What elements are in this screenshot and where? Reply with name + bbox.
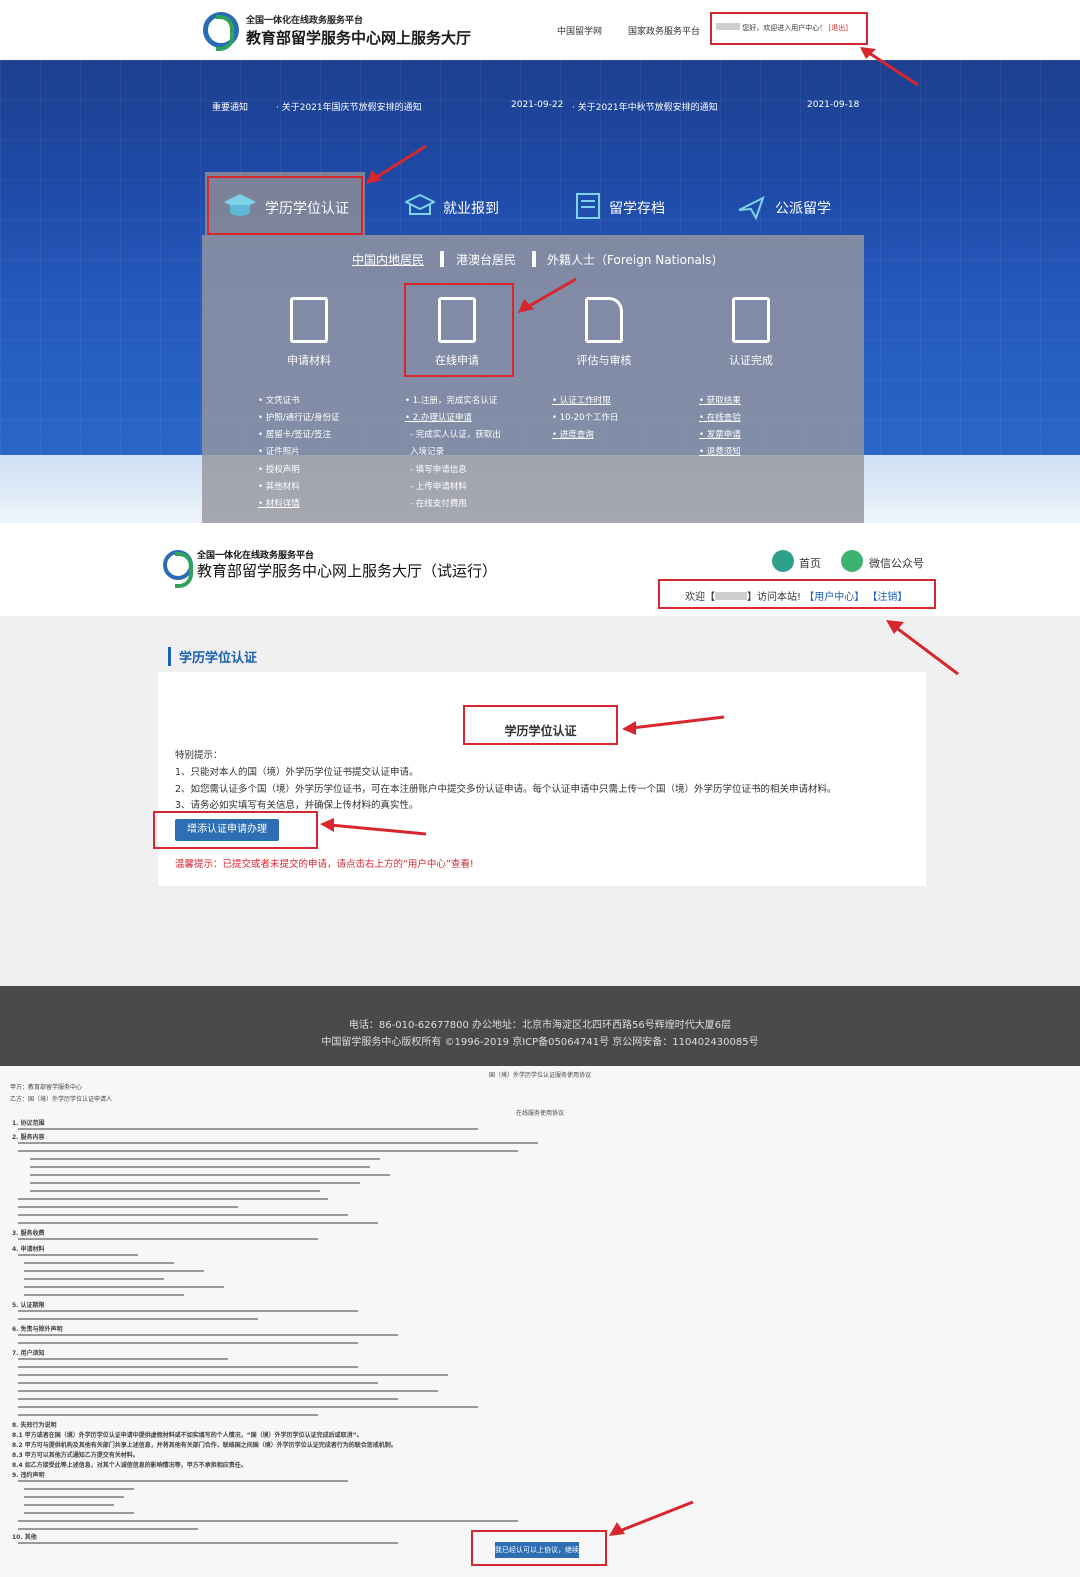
- s1-logo-title: 教育部留学服务中心网上服务大厅: [246, 29, 472, 47]
- notice-item-1[interactable]: · 关于2021年国庆节放假安排的通知: [276, 100, 422, 113]
- agreement-section: 1. 协议范围: [12, 1120, 45, 1127]
- category-foreign[interactable]: 外籍人士（Foreign Nationals): [547, 251, 716, 268]
- step-complete: 认证完成: [729, 354, 773, 367]
- agreement-bold-line: 8.4 如乙方接受此等上述信息，对其个人诚信信息的影响情况等，甲方不承担相应责任…: [12, 1462, 247, 1469]
- review-days: • 10-20个工作日: [552, 413, 619, 423]
- agreement-section: 7. 用户须知: [12, 1350, 45, 1357]
- materials-item: • 居留卡/签证/签注: [258, 430, 331, 440]
- agreement-party-b: 乙方：国（境）外学历学位认证申请人: [10, 1096, 113, 1103]
- notice-label: 重要通知: [212, 103, 249, 113]
- agreement-section: 5. 认证期限: [12, 1302, 45, 1309]
- review-timelimit-link[interactable]: • 认证工作时限: [552, 394, 611, 406]
- annotation-box-online-apply: [404, 283, 514, 377]
- s2-header: 全国一体化在线政务服务平台 教育部留学服务中心网上服务大厅（试运行） 首页 微信…: [0, 523, 1080, 616]
- annotation-arrow: [622, 715, 725, 735]
- materials-item: • 证件照片: [258, 447, 300, 457]
- annotation-box-add-button: [153, 811, 318, 849]
- agreement-section: 2. 服务内容: [12, 1134, 45, 1141]
- tip-item: 1、只能对本人的国（境）外学历学位证书提交认证申请。: [175, 767, 419, 778]
- annotation-arrow: [609, 1500, 694, 1536]
- eye-document-icon: [585, 297, 623, 343]
- category-divider: [532, 251, 536, 267]
- agreement-section: 4. 申请材料: [12, 1246, 45, 1253]
- briefcase-icon: [405, 193, 435, 215]
- step-review: 评估与审核: [576, 354, 632, 367]
- tip-title: 特别提示：: [175, 750, 223, 761]
- apply-step-link[interactable]: • 2.办理认证申请: [405, 411, 472, 423]
- annotation-box-tab: [207, 176, 363, 235]
- materials-item: • 护照/通行证/身份证: [258, 413, 340, 423]
- annotation-arrow: [886, 620, 959, 676]
- tab-employment[interactable]: 就业报到: [443, 198, 499, 218]
- step-materials: 申请材料: [287, 354, 331, 367]
- agreement-subtitle: 在线服务使用协议: [515, 1110, 564, 1117]
- checklist-icon: [732, 297, 770, 343]
- category-divider: [440, 251, 444, 267]
- portal-logo-icon: [203, 12, 239, 51]
- tip-item: 2、如您需认证多个国（境）外学历学位证书，可在本注册账户中提交多份认证申请。每个…: [175, 784, 837, 795]
- online-verify-link[interactable]: • 在线查验: [699, 411, 741, 423]
- s1-logo-subtitle: 全国一体化在线政务服务平台: [246, 16, 364, 26]
- notice-date-2: 2021-09-18: [807, 100, 860, 110]
- tip-item: 3、请务必如实填写有关信息，并确保上传材料的真实性。: [175, 800, 419, 811]
- annotation-arrow: [320, 818, 427, 836]
- tab-archive[interactable]: 留学存档: [609, 198, 665, 218]
- home-icon: [772, 550, 794, 572]
- annotation-box-user-center: [710, 12, 868, 45]
- apply-substep: 入境记录: [410, 447, 445, 457]
- annotation-box-agree: [471, 1530, 607, 1566]
- document-stack-icon: [290, 297, 328, 343]
- wechat-link[interactable]: 微信公众号: [869, 555, 924, 571]
- annotation-arrow: [860, 47, 919, 87]
- materials-item: • 文凭证书: [258, 396, 300, 406]
- warning-tip: 温馨提示：已提交或者未提交的申请，请点击右上方的“用户中心”查看!: [175, 859, 474, 870]
- archive-icon: [576, 193, 600, 219]
- footer-contact: 电话：86-010-62677800 办公地址：北京市海淀区北四环西路56号辉煌…: [348, 1020, 732, 1031]
- agreement-section: 9. 违约声明: [12, 1472, 45, 1479]
- agreement-party-a: 甲方：教育部留学服务中心: [10, 1084, 83, 1091]
- apply-substep: - 完成实人认证，获取出: [410, 430, 501, 440]
- agreement-section: 3. 服务收费: [12, 1230, 45, 1237]
- portal-logo-icon: [163, 550, 193, 588]
- category-hk-macao-taiwan[interactable]: 港澳台居民: [456, 251, 516, 268]
- notice-item-2[interactable]: · 关于2021年中秋节放假安排的通知: [572, 100, 718, 113]
- agreement-bold-line: 8.2 甲方可与提供机构及其他有关部门共享上述信息，并将其他有关部门合作，联络国…: [12, 1442, 397, 1449]
- agreement-section: 10. 其他: [12, 1534, 37, 1541]
- apply-step: • 1.注册，完成实名认证: [405, 396, 498, 406]
- agreement-bold-line: 8.1 甲方或者在国（境）外学历学位认证申请中提供虚假材料或不如实填写的个人情况…: [12, 1432, 363, 1439]
- section-title: 学历学位认证: [168, 647, 257, 666]
- annotation-arrow: [518, 277, 577, 313]
- notice-date-1: 2021-09-22: [511, 100, 564, 110]
- s2-logo-title: 教育部留学服务中心网上服务大厅（试运行）: [197, 562, 498, 580]
- category-mainland[interactable]: 中国内地居民: [352, 251, 424, 268]
- agreement-bold-line: 8.3 甲方可以其他方式通知乙方提交有关材料。: [12, 1452, 139, 1459]
- footer-copyright: 中国留学服务中心版权所有 ©1996-2019 京ICP备05064741号 京…: [321, 1037, 759, 1048]
- progress-query-link[interactable]: • 进度查询: [552, 428, 594, 440]
- apply-substep: - 上传申请材料: [410, 482, 467, 492]
- home-link[interactable]: 首页: [799, 555, 821, 571]
- materials-item: • 授权声明: [258, 465, 300, 475]
- site-footer: 电话：86-010-62677800 办公地址：北京市海淀区北四环西路56号辉煌…: [0, 986, 1080, 1066]
- wechat-icon: [841, 550, 863, 572]
- annotation-box-title: [463, 705, 618, 745]
- apply-substep: - 在线支付费用: [410, 499, 467, 509]
- nav-link-cscse[interactable]: 中国留学网: [557, 24, 602, 37]
- annotation-box-user-center: [658, 579, 936, 609]
- agreement-title: 国（境）外学历学位认证服务使用协议: [488, 1072, 591, 1079]
- airplane-icon: [738, 196, 765, 220]
- agreement-section: 6. 免责与除外声明: [12, 1326, 63, 1333]
- get-result-link[interactable]: • 获取结果: [699, 394, 741, 406]
- tab-public-study[interactable]: 公派留学: [775, 198, 831, 218]
- materials-detail-link[interactable]: • 材料详情: [258, 497, 300, 509]
- agreement-page: 国（境）外学历学位认证服务使用协议 甲方：教育部留学服务中心 乙方：国（境）外学…: [0, 1066, 1080, 1577]
- refund-link[interactable]: • 退费须知: [699, 445, 741, 457]
- annotation-arrow: [366, 144, 427, 184]
- agreement-section: 8. 失效行为说明: [12, 1422, 57, 1429]
- invoice-link[interactable]: • 发票申请: [699, 428, 741, 440]
- apply-substep: - 填写申请信息: [410, 465, 467, 475]
- materials-item: • 其他材料: [258, 482, 300, 492]
- nav-link-gov-platform[interactable]: 国家政务服务平台: [628, 24, 700, 37]
